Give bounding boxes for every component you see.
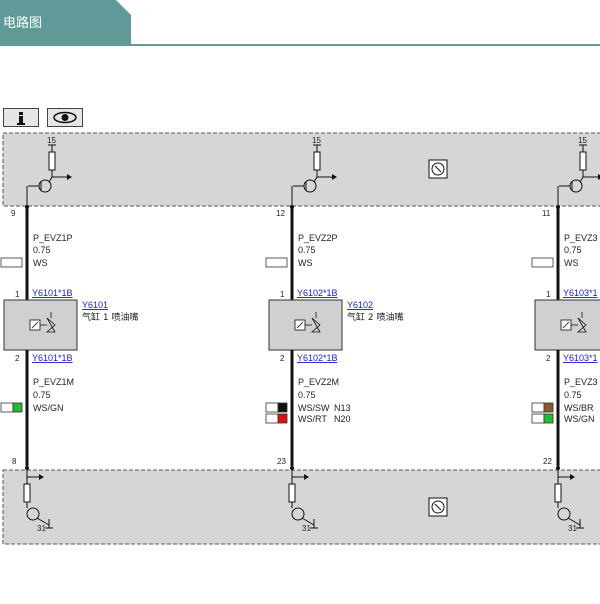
color-swatch-tracer [12, 402, 23, 413]
color-swatch-tracer [543, 413, 554, 424]
connector-pin: 1 [15, 290, 20, 299]
color-swatch-tracer [277, 413, 288, 424]
pin-dot [556, 466, 560, 470]
color-swatch [531, 257, 554, 268]
ground-label: 31 [302, 524, 311, 533]
wire-top-size: 0.75 [33, 245, 51, 255]
wire-top-size: 0.75 [564, 245, 582, 255]
color-swatch [265, 257, 288, 268]
wire-top-size: 0.75 [298, 245, 316, 255]
connector-link[interactable]: Y6101*1B [32, 288, 73, 298]
color-swatch [531, 413, 545, 424]
connector-link[interactable]: Y6103*1 [563, 353, 598, 363]
color-swatch-tracer [277, 402, 288, 413]
top-pin: 9 [11, 209, 16, 218]
ground-label: 31 [37, 524, 46, 533]
wire-bottom-size: 0.75 [298, 390, 316, 400]
component-link[interactable]: Y6102 [347, 300, 373, 310]
resistor-symbol [23, 483, 31, 503]
resistor-symbol [554, 483, 562, 503]
supply-label: 15 [578, 136, 587, 145]
wire-top-name: P_EVZ2P [298, 233, 338, 243]
top-module-icon [428, 159, 448, 179]
top-module-box [2, 132, 600, 207]
color-swatch [531, 402, 545, 413]
supply-label: 15 [47, 136, 56, 145]
connector-pin: 2 [280, 354, 285, 363]
wire-bottom-color: WS/RT [298, 414, 327, 424]
wire-bottom-name: P_EVZ2M [298, 377, 339, 387]
connector-pin: 2 [546, 354, 551, 363]
ground-label: 31 [568, 524, 577, 533]
resistor-symbol [313, 151, 321, 171]
net-label: N20 [334, 414, 351, 424]
circuit-diagram: 15 9 P_EVZ1P 0.75 WS 1 Y6101*1B Y6101气缸 1 喷油嘴 2 Y… [0, 132, 600, 545]
resistor-symbol [288, 483, 296, 503]
component-desc: 气缸 2 喷油嘴 [347, 311, 403, 323]
top-pin: 12 [276, 209, 285, 218]
connector-link[interactable]: Y6101*1B [32, 353, 73, 363]
wire-top-name: P_EVZ1P [33, 233, 73, 243]
component-link[interactable]: Y6101 [82, 300, 108, 310]
bottom-pin: 22 [543, 457, 552, 466]
component-desc: 气缸 1 喷油嘴 [82, 311, 138, 323]
wire-top-color: WS [298, 258, 313, 268]
color-swatch [265, 413, 279, 424]
wire-bottom-color: WS/SW [298, 403, 330, 413]
wire-top-color: WS [564, 258, 579, 268]
wire-bottom-name: P_EVZ3 [564, 377, 598, 387]
pin-dot [25, 466, 29, 470]
wire-top-name: P_EVZ3 [564, 233, 598, 243]
wire-bottom-name: P_EVZ1M [33, 377, 74, 387]
color-swatch [0, 257, 23, 268]
resistor-symbol [48, 151, 56, 171]
connector-link[interactable]: Y6102*1B [297, 353, 338, 363]
connector-pin: 1 [280, 290, 285, 299]
connector-link[interactable]: Y6103*1 [563, 288, 598, 298]
connector-pin: 1 [546, 290, 551, 299]
connector-pin: 2 [15, 354, 20, 363]
wire-bottom-color: WS/BR [564, 403, 594, 413]
supply-label: 15 [312, 136, 321, 145]
pin-dot [290, 466, 294, 470]
wire-bottom-size: 0.75 [33, 390, 51, 400]
color-swatch [0, 402, 14, 413]
wire-top-color: WS [33, 258, 48, 268]
color-swatch [265, 402, 279, 413]
connector-link[interactable]: Y6102*1B [297, 288, 338, 298]
wire-bottom-color: WS/GN [33, 403, 64, 413]
wire-bottom-size: 0.75 [564, 390, 582, 400]
bottom-module-icon [428, 497, 448, 517]
bottom-pin: 8 [12, 457, 17, 466]
top-pin: 11 [542, 209, 551, 218]
net-label: N13 [334, 403, 351, 413]
resistor-symbol [579, 151, 587, 171]
wire-bottom-color: WS/GN [564, 414, 595, 424]
bottom-pin: 23 [277, 457, 286, 466]
color-swatch-tracer [543, 402, 554, 413]
